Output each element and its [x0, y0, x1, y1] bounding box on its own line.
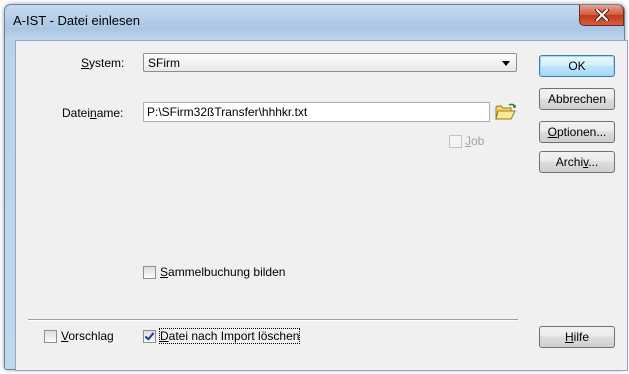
- job-checkbox[interactable]: [449, 135, 462, 148]
- archiv-button-label: Archiv...: [555, 155, 599, 169]
- hilfe-button[interactable]: Hilfe: [539, 326, 615, 348]
- system-select[interactable]: SFirm: [143, 53, 517, 72]
- job-label: Job: [465, 134, 485, 148]
- abbrechen-button[interactable]: Abbrechen: [539, 88, 615, 110]
- hilfe-button-label: Hilfe: [564, 330, 589, 344]
- archiv-button[interactable]: Archiv...: [539, 151, 615, 173]
- close-button[interactable]: [579, 5, 624, 26]
- abbrechen-button-label: Abbrechen: [547, 92, 607, 106]
- open-folder-icon[interactable]: [495, 103, 517, 121]
- chevron-down-icon: [502, 61, 510, 66]
- ok-button[interactable]: OK: [539, 55, 615, 77]
- dateiname-input-value: P:\SFirm32ßTransfer\hhhkr.txt: [147, 105, 308, 119]
- vorschlag-checkbox[interactable]: [44, 330, 57, 343]
- system-select-value: SFirm: [148, 56, 180, 70]
- dialog-client-area: System: SFirm Dateiname: P:\SFirm32ßTran…: [15, 40, 628, 371]
- sammelbuchung-label: Sammelbuchung bilden: [160, 265, 286, 279]
- datei-loeschen-label: Datei nach Import löschen: [158, 328, 301, 344]
- separator-line: [28, 319, 518, 321]
- close-icon: [594, 9, 609, 21]
- dateiname-label: Dateiname:: [62, 106, 124, 120]
- optionen-button-label: Optionen...: [547, 125, 607, 139]
- dateiname-input[interactable]: P:\SFirm32ßTransfer\hhhkr.txt: [143, 102, 490, 122]
- system-label: System:: [81, 56, 125, 70]
- datei-loeschen-checkbox[interactable]: [143, 330, 156, 343]
- dialog-window: A-IST - Datei einlesen System: SFirm Dat…: [4, 4, 628, 371]
- sammelbuchung-checkbox[interactable]: [143, 266, 156, 279]
- optionen-button[interactable]: Optionen...: [539, 121, 615, 143]
- vorschlag-label: Vorschlag: [61, 329, 114, 343]
- ok-button-label: OK: [568, 59, 586, 73]
- window-title: A-IST - Datei einlesen: [13, 13, 140, 28]
